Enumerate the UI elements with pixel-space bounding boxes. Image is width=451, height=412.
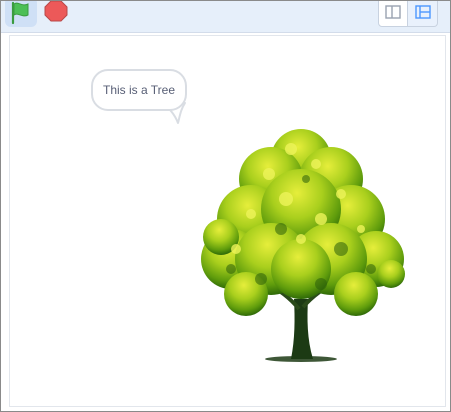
speech-bubble-text: This is a Tree [103, 83, 176, 97]
large-stage-icon [414, 5, 431, 19]
small-stage-icon [385, 5, 401, 19]
green-flag-icon [11, 1, 29, 25]
stop-sign-icon [44, 1, 68, 22]
stage-toolbar [1, 1, 450, 33]
speech-bubble: This is a Tree [91, 69, 188, 111]
tree-sprite[interactable] [191, 119, 413, 367]
stage-window: This is a Tree [0, 0, 451, 412]
stage-size-controls [378, 1, 438, 27]
stop-button[interactable] [41, 1, 71, 25]
green-flag-button[interactable] [5, 1, 37, 27]
large-stage-button[interactable] [408, 1, 438, 27]
small-stage-button[interactable] [378, 1, 408, 27]
